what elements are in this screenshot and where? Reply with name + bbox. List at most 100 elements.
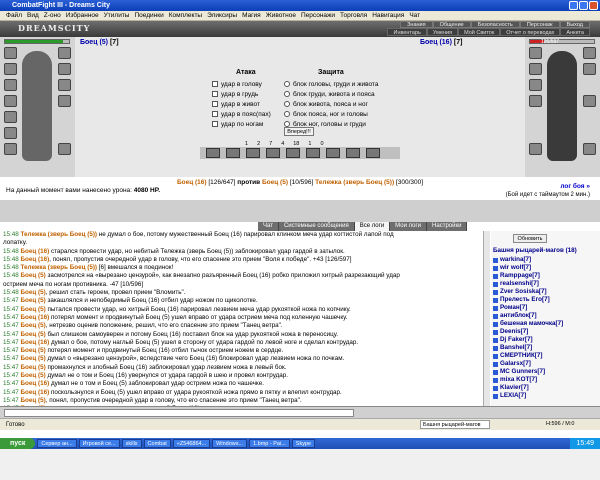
user-entry[interactable]: Прелесть Его[7] — [491, 296, 600, 304]
ring-slot[interactable] — [58, 79, 71, 91]
close-button[interactable] — [589, 1, 598, 10]
shield-slot[interactable] — [58, 63, 71, 75]
attack-option[interactable]: удар в голову — [212, 79, 262, 89]
belt-slot-right[interactable] — [583, 95, 596, 107]
attack-checkbox[interactable] — [212, 111, 218, 117]
subnav-item[interactable]: Отчет о переводах — [500, 28, 561, 36]
left-fighter-name[interactable]: Боец (5) [7] — [80, 39, 119, 46]
armor-slot[interactable] — [4, 79, 17, 91]
message-author[interactable]: Боец (5) — [21, 355, 46, 362]
user-name[interactable]: LEXIA[7] — [500, 392, 526, 400]
user-name[interactable]: Роман[7] — [500, 304, 527, 312]
user-entry[interactable]: антиблок[7] — [491, 312, 600, 320]
attack-checkbox[interactable] — [212, 121, 218, 127]
attack-checkbox[interactable] — [212, 101, 218, 107]
taskbar-item[interactable]: Сервер ан... — [37, 439, 77, 448]
menu-item[interactable]: Поединки — [134, 11, 163, 20]
gloves-slot-right[interactable] — [529, 95, 542, 107]
user-name[interactable]: бешеная мамочка[7] — [500, 320, 563, 328]
defense-option[interactable]: блок пояса, ног и головы — [284, 109, 368, 119]
nav-item[interactable]: Общение — [432, 21, 471, 28]
message-author[interactable]: Боец (16) — [21, 380, 50, 387]
menu-item[interactable]: Животное — [266, 11, 296, 20]
message-author[interactable]: Боец (5) — [21, 397, 46, 404]
user-name[interactable]: Прелесть Его[7] — [500, 296, 550, 304]
user-entry[interactable]: Ramppage[7] — [491, 272, 600, 280]
user-entry[interactable]: mixa KOT[7] — [491, 376, 600, 384]
taskbar-item[interactable]: Combat — [143, 439, 171, 448]
message-author[interactable]: Боец (16) — [21, 256, 50, 263]
helmet-slot-right[interactable] — [529, 47, 542, 59]
ability-9-icon[interactable] — [366, 148, 380, 158]
user-name[interactable]: Dj Faker[7] — [500, 336, 533, 344]
attack-option[interactable]: удар в пояс(пах) — [212, 109, 271, 119]
message-author[interactable]: Боец (5) — [21, 331, 46, 338]
message-author[interactable]: Боец (16) — [21, 314, 50, 321]
user-entry[interactable]: Роман[7] — [491, 304, 600, 312]
armor-slot-right[interactable] — [529, 79, 542, 91]
go-button[interactable]: Вперед!!! — [284, 127, 314, 136]
chat-tab[interactable]: Системные сообщения — [278, 222, 355, 231]
menu-item[interactable]: Утилиты — [104, 11, 130, 20]
message-author[interactable]: Боец (5) — [21, 272, 46, 279]
ability-2-icon[interactable] — [226, 148, 240, 158]
defense-radio[interactable] — [284, 91, 290, 97]
taskbar-item[interactable]: Skype — [291, 439, 316, 448]
menu-item[interactable]: Комплекты — [169, 11, 202, 20]
ability-1-icon[interactable] — [206, 148, 220, 158]
nav-item[interactable]: Выход — [559, 21, 590, 28]
right-fighter-name[interactable]: Боец (16) [7] — [420, 39, 462, 46]
nav-item[interactable]: Персонаж — [519, 21, 560, 28]
user-entry[interactable]: Deenis[7] — [491, 328, 600, 336]
gloves-slot[interactable] — [4, 95, 17, 107]
defense-radio[interactable] — [284, 81, 290, 87]
attack-option[interactable]: удар в грудь — [212, 89, 258, 99]
menu-item[interactable]: Эликсиры — [207, 11, 237, 20]
user-name[interactable]: Zver Sosiska[7] — [500, 288, 547, 296]
user-name[interactable]: Banshel[7] — [500, 344, 532, 352]
message-author[interactable]: Тележка (зверь Боец (5)) — [21, 231, 98, 238]
user-name[interactable]: warkina[7] — [500, 256, 531, 264]
cloak-slot[interactable] — [58, 143, 71, 155]
user-name[interactable]: Ramppage[7] — [500, 272, 540, 280]
message-author[interactable]: Боец (16) — [21, 339, 50, 346]
minimize-button[interactable] — [569, 1, 578, 10]
message-author[interactable]: Боец (5) — [21, 372, 46, 379]
attack-checkbox[interactable] — [212, 91, 218, 97]
message-author[interactable]: Тележка (зверь Боец (5)) — [21, 264, 98, 271]
user-name[interactable]: Galarsx[7] — [500, 360, 531, 368]
boots-slot[interactable] — [4, 143, 17, 155]
defense-option[interactable]: блок головы, груди и живота — [284, 79, 378, 89]
menu-item[interactable]: Z-оно — [44, 11, 61, 20]
defense-option[interactable]: блок груди, живота и пояса — [284, 89, 375, 99]
user-name[interactable]: mixa KOT[7] — [500, 376, 537, 384]
user-entry[interactable]: Zver Sosiska[7] — [491, 288, 600, 296]
subnav-item[interactable]: Умения — [426, 28, 459, 36]
user-name[interactable]: антиблок[7] — [500, 312, 537, 320]
chat-tab[interactable]: Настройки — [427, 222, 468, 231]
chat-tab[interactable]: Мои логи — [390, 222, 428, 231]
weapon-slot[interactable] — [58, 47, 71, 59]
defense-radio[interactable] — [284, 111, 290, 117]
taskbar-item[interactable]: Игровой се... — [78, 439, 120, 448]
message-author[interactable]: Боец (5) — [21, 364, 46, 371]
user-entry[interactable]: realsenshi[7] — [491, 280, 600, 288]
ability-7-icon[interactable] — [326, 148, 340, 158]
amulet-slot[interactable] — [4, 63, 17, 75]
user-entry[interactable]: Dj Faker[7] — [491, 336, 600, 344]
user-name[interactable]: realsenshi[7] — [500, 280, 539, 288]
menu-item[interactable]: Магия — [242, 11, 261, 20]
menu-item[interactable]: Торговля — [340, 11, 367, 20]
shield-slot-right[interactable] — [583, 63, 596, 75]
attack-option[interactable]: удар в живот — [212, 99, 260, 109]
user-entry[interactable]: СМЕРТНИК[7] — [491, 352, 600, 360]
ability-3-icon[interactable] — [246, 148, 260, 158]
defense-radio[interactable] — [284, 101, 290, 107]
user-entry[interactable]: MC Gunners[7] — [491, 368, 600, 376]
chat-tab[interactable]: Все логи — [354, 222, 391, 231]
taskbar-item[interactable]: Windows... — [212, 439, 248, 448]
message-author[interactable]: Боец (5) — [21, 347, 46, 354]
nav-item[interactable]: Безопасность — [470, 21, 520, 28]
ability-5-icon[interactable] — [286, 148, 300, 158]
nav-item[interactable]: Знания — [400, 21, 433, 28]
